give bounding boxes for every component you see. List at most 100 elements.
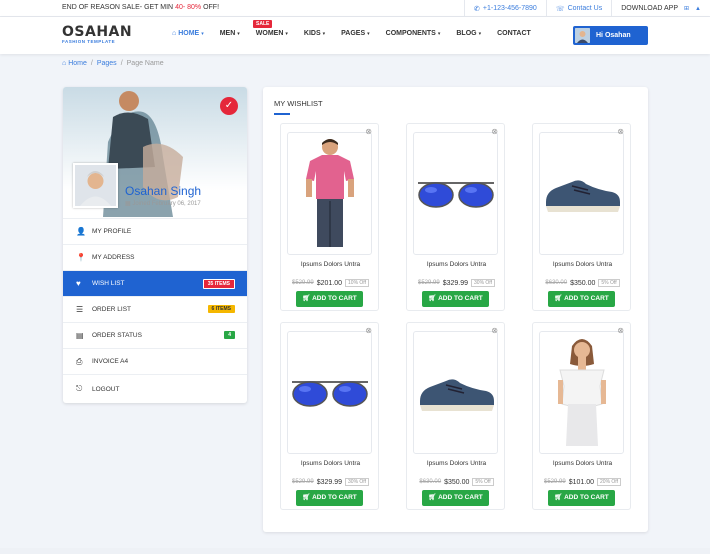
discount-badge: 5% Off <box>472 478 494 486</box>
old-price: $630.00 <box>419 479 442 485</box>
nav-home[interactable]: ⌂ HOME ▾ <box>172 30 204 37</box>
old-price: $529.99 <box>292 280 314 286</box>
discount-badge: 30% Off <box>345 478 369 486</box>
remove-icon[interactable]: ⊗ <box>491 127 498 136</box>
nav-women[interactable]: WOMEN ▾ <box>256 30 288 37</box>
wishlist-count-badge: 35 ITEMS <box>202 279 235 289</box>
sidebar-item-order-status[interactable]: ▤ ORDER STATUS 4 <box>63 322 247 348</box>
android-icon[interactable]: ▲ <box>695 6 701 12</box>
list-icon: ☰ <box>76 305 84 314</box>
headset-icon: ☏ <box>555 5 565 13</box>
add-to-cart-button[interactable]: 🛒︎ ADD TO CART <box>296 490 363 506</box>
add-to-cart-button[interactable]: 🛒︎ ADD TO CART <box>548 291 615 307</box>
product-card: ⊗ Ipsums Dolors Untra $529.99 $329.99 30% Of… <box>406 123 505 311</box>
avatar <box>575 28 590 43</box>
current-price: $329.99 <box>316 478 343 486</box>
printer-icon: ⎙ <box>76 356 83 366</box>
user-icon: 👤 <box>76 227 86 236</box>
remove-icon[interactable]: ⊗ <box>365 326 372 335</box>
logo[interactable]: OSAHAN FASHION TEMPLATE <box>62 25 132 44</box>
cart-icon: 🛒︎ <box>554 494 565 501</box>
old-price: $630.00 <box>545 280 568 286</box>
current-price: $101.00 <box>568 478 595 486</box>
product-name[interactable]: Ipsums Dolors Untra <box>533 460 632 467</box>
breadcrumb-pages[interactable]: Pages <box>97 60 117 67</box>
product-card: ⊗ Ipsums Dolors Untra $529.99 $329.99 30% Of… <box>280 322 379 510</box>
add-to-cart-button[interactable]: 🛒︎ ADD TO CART <box>548 490 615 506</box>
discount-badge: 20% Off <box>597 478 621 486</box>
profile-joined-date: ▦ Joined February 06, 2017 <box>125 201 201 207</box>
product-name[interactable]: Ipsums Dolors Untra <box>407 460 506 467</box>
nav-components[interactable]: COMPONENTS ▾ <box>386 30 441 37</box>
old-price: $529.99 <box>292 479 314 485</box>
status-icon: ▤ <box>76 331 84 340</box>
product-image[interactable] <box>413 331 498 454</box>
contact-link[interactable]: ☏ Contact Us <box>545 0 611 17</box>
product-card: ⊗ Ipsums Dolors Untra $529.99 $201.00 10% Of… <box>280 123 379 311</box>
product-price: $529.99 $101.00 20% Off <box>533 478 632 486</box>
product-price: $529.99 $329.99 30% Off <box>407 279 506 287</box>
product-name[interactable]: Ipsums Dolors Untra <box>533 261 632 268</box>
profile-avatar <box>73 163 118 208</box>
phone-link[interactable]: ✆ +1-123-456-7890 <box>464 0 546 17</box>
wishlist-title: MY WISHLIST <box>274 99 323 108</box>
product-card: ⊗ Ipsums Dolors Untra $529.99 $101.00 20% Of… <box>532 322 631 510</box>
old-price: $529.99 <box>544 479 566 485</box>
top-bar: END OF REASON SALE- GET MIN 40- 80% OFF!… <box>0 0 710 17</box>
product-image[interactable] <box>287 331 372 454</box>
product-image[interactable] <box>413 132 498 255</box>
product-image[interactable] <box>287 132 372 255</box>
nav-kids[interactable]: KIDS ▾ <box>304 30 325 37</box>
user-menu-button[interactable]: Hi Osahan <box>573 26 648 45</box>
nav-blog[interactable]: BLOG ▾ <box>456 30 481 37</box>
profile-name: Osahan Singh <box>125 184 202 198</box>
remove-icon[interactable]: ⊗ <box>617 326 624 335</box>
account-sidebar: ✓ Osahan Singh ▦ Joined February 06, 201… <box>63 87 247 403</box>
add-to-cart-button[interactable]: 🛒︎ ADD TO CART <box>296 291 363 307</box>
product-name[interactable]: Ipsums Dolors Untra <box>407 261 506 268</box>
product-name[interactable]: Ipsums Dolors Untra <box>281 261 380 268</box>
product-price: $529.99 $329.99 30% Off <box>281 478 380 486</box>
nav-pages[interactable]: PAGES ▾ <box>341 30 370 37</box>
nav-men[interactable]: MEN ▾ <box>220 30 240 37</box>
sidebar-item-invoice[interactable]: ⎙ INVOICE A4 <box>63 348 247 374</box>
order-count-badge: 6 ITEMS <box>207 305 235 313</box>
breadcrumb-home[interactable]: ⌂ Home <box>62 60 87 67</box>
product-card: ⊗ Ipsums Dolors Untra $630.00 $350.00 5% Off… <box>532 123 631 311</box>
add-to-cart-button[interactable]: 🛒︎ ADD TO CART <box>422 291 489 307</box>
logout-icon: ⎋ <box>76 384 83 393</box>
breadcrumb-current: Page Name <box>126 60 164 67</box>
cart-icon: 🛒︎ <box>428 295 439 302</box>
sidebar-item-my-profile[interactable]: 👤 MY PROFILE <box>63 218 247 244</box>
windows-icon[interactable]: ⊞ <box>684 5 689 12</box>
sidebar-item-my-address[interactable]: 📍 MY ADDRESS <box>63 244 247 270</box>
status-count-badge: 4 <box>224 331 235 339</box>
sidebar-item-wish-list[interactable]: ♥ WISH LIST 35 ITEMS <box>63 270 247 296</box>
add-to-cart-button[interactable]: 🛒︎ ADD TO CART <box>422 490 489 506</box>
current-price: $350.00 <box>570 279 596 287</box>
nav-contact[interactable]: CONTACT <box>497 30 531 37</box>
product-image[interactable] <box>539 132 624 255</box>
discount-badge: 30% Off <box>471 279 495 287</box>
discount-badge: 10% Off <box>345 279 369 287</box>
verified-icon: ✓ <box>220 97 238 115</box>
current-price: $201.00 <box>316 279 343 287</box>
sidebar-item-order-list[interactable]: ☰ ORDER LIST 6 ITEMS <box>63 296 247 322</box>
discount-badge: 5% Off <box>598 279 620 287</box>
title-underline <box>274 113 290 115</box>
old-price: $529.99 <box>418 280 440 286</box>
download-app[interactable]: DOWNLOAD APP ⊞ ▲ <box>611 0 710 17</box>
cart-icon: 🛒︎ <box>428 494 439 501</box>
sale-badge: SALE <box>253 20 273 28</box>
remove-icon[interactable]: ⊗ <box>617 127 624 136</box>
cart-icon: 🛒︎ <box>554 295 565 302</box>
product-image[interactable] <box>539 331 624 454</box>
breadcrumb: ⌂ Home / Pages / Page Name <box>62 60 164 67</box>
product-price: $630.00 $350.00 5% Off <box>533 279 632 287</box>
product-name[interactable]: Ipsums Dolors Untra <box>281 460 380 467</box>
sidebar-item-logout[interactable]: ⎋ LOGOUT <box>63 374 247 403</box>
heart-icon: ♥ <box>76 279 81 288</box>
product-price: $529.99 $201.00 10% Off <box>281 279 380 287</box>
remove-icon[interactable]: ⊗ <box>491 326 498 335</box>
remove-icon[interactable]: ⊗ <box>365 127 372 136</box>
